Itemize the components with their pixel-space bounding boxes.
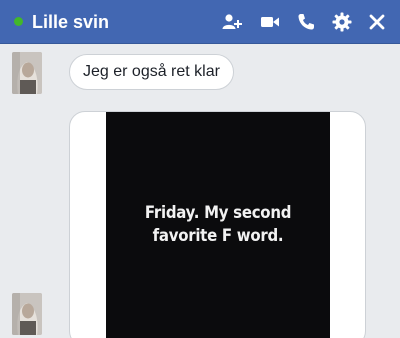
- avatar[interactable]: [12, 293, 42, 335]
- gear-icon[interactable]: [331, 11, 353, 33]
- add-people-icon[interactable]: [221, 11, 243, 33]
- message-bubble[interactable]: Jeg er også ret klar: [69, 54, 234, 90]
- close-icon[interactable]: [366, 11, 388, 33]
- image-message[interactable]: Friday. My second favorite F word.: [69, 111, 366, 338]
- online-status-dot: [14, 17, 23, 26]
- image-caption: Friday. My second favorite F word.: [144, 203, 292, 246]
- chat-title[interactable]: Lille svin: [32, 11, 109, 33]
- video-call-icon[interactable]: [259, 11, 281, 33]
- avatar[interactable]: [12, 52, 42, 94]
- shared-image[interactable]: Friday. My second favorite F word.: [106, 112, 330, 338]
- phone-call-icon[interactable]: [295, 11, 317, 33]
- chat-header: Lille svin: [0, 0, 400, 44]
